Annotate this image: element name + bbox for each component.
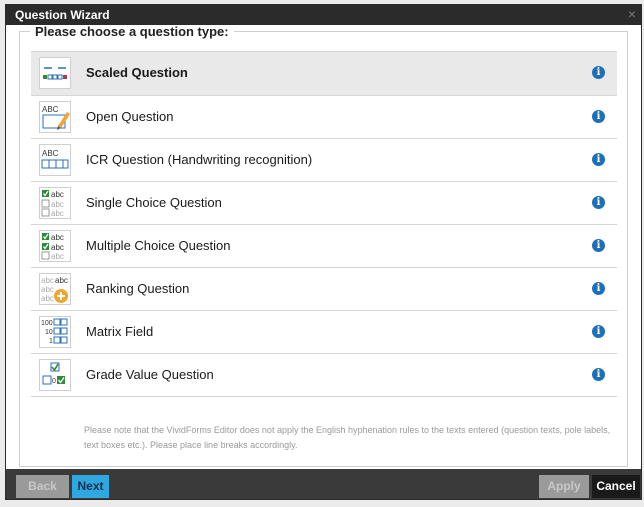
info-icon[interactable]: i [592, 368, 605, 381]
question-type-label: Single Choice Question [86, 195, 222, 210]
question-type-label: Ranking Question [86, 281, 190, 296]
back-button[interactable]: Back [16, 475, 69, 498]
matrix-field-icon: 100 10 1 [39, 316, 71, 348]
icon-text: abc [55, 276, 68, 285]
question-type-item[interactable]: 100 10 1 Matrix Field i [31, 311, 617, 354]
open-question-icon: ABC [39, 101, 71, 133]
info-icon[interactable]: i [592, 66, 605, 79]
icr-question-icon: ABC [39, 144, 71, 176]
icon-text: 10 [45, 329, 53, 336]
icon-text: abc [51, 243, 64, 252]
grade-value-icon: 0 [39, 359, 71, 391]
icon-text: ABC [42, 149, 59, 158]
question-type-label: Multiple Choice Question [86, 238, 231, 253]
info-icon[interactable]: i [592, 325, 605, 338]
question-type-label: Open Question [86, 109, 174, 124]
next-button[interactable]: Next [72, 475, 109, 498]
info-icon[interactable]: i [592, 153, 605, 166]
icon-text: abc [51, 200, 64, 209]
icon-text: abc [41, 276, 54, 285]
single-choice-icon: abc abc abc [39, 187, 71, 219]
group-legend: Please choose a question type: [35, 24, 229, 39]
icon-text: 1 [49, 338, 53, 345]
question-type-label: Scaled Question [86, 65, 188, 80]
question-type-item[interactable]: abc abc abc Multiple Choice Question i [31, 225, 617, 268]
icon-text: abc [41, 285, 54, 294]
scaled-question-icon [39, 57, 71, 89]
question-type-item[interactable]: ABC ICR Question (Handwriting recognitio… [31, 139, 617, 182]
hyphenation-note: Please note that the VividForms Editor d… [84, 425, 611, 450]
ranking-question-icon: abc abc abc abc [39, 273, 71, 305]
info-icon[interactable]: i [592, 282, 605, 295]
icon-text: abc [51, 252, 64, 261]
icon-text: abc [51, 190, 64, 199]
icon-text: ABC [42, 105, 59, 114]
apply-button[interactable]: Apply [539, 475, 589, 498]
question-type-item[interactable]: Scaled Question i [31, 52, 617, 96]
cancel-button[interactable]: Cancel [592, 475, 640, 498]
icon-text: 100 [41, 320, 53, 327]
question-type-label: ICR Question (Handwriting recognition) [86, 152, 313, 167]
multiple-choice-icon: abc abc abc [39, 230, 71, 262]
icon-text: 0 [52, 378, 56, 385]
window-title: Question Wizard [15, 8, 110, 22]
question-type-item[interactable]: abc abc abc abc Ranking Question i [31, 268, 617, 311]
question-type-item[interactable]: ABC Open Question i [31, 96, 617, 139]
icon-text: abc [41, 294, 54, 303]
info-icon[interactable]: i [592, 239, 605, 252]
close-icon[interactable]: × [625, 6, 639, 22]
info-icon[interactable]: i [592, 196, 605, 209]
question-type-list: Scaled Question i ABC Open Question i AB… [31, 51, 617, 397]
question-type-label: Matrix Field [86, 324, 154, 339]
question-wizard-dialog: Question Wizard × Please choose a questi… [5, 4, 642, 500]
question-type-item[interactable]: 0 Grade Value Question i [31, 354, 617, 397]
icon-text: abc [51, 209, 64, 218]
question-type-item[interactable]: abc abc abc Single Choice Question i [31, 182, 617, 225]
info-icon[interactable]: i [592, 110, 605, 123]
icon-text: abc [51, 233, 64, 242]
question-type-label: Grade Value Question [86, 367, 214, 382]
button-bar: Back Next Apply Cancel [6, 469, 641, 499]
title-bar: Question Wizard × [6, 5, 641, 25]
